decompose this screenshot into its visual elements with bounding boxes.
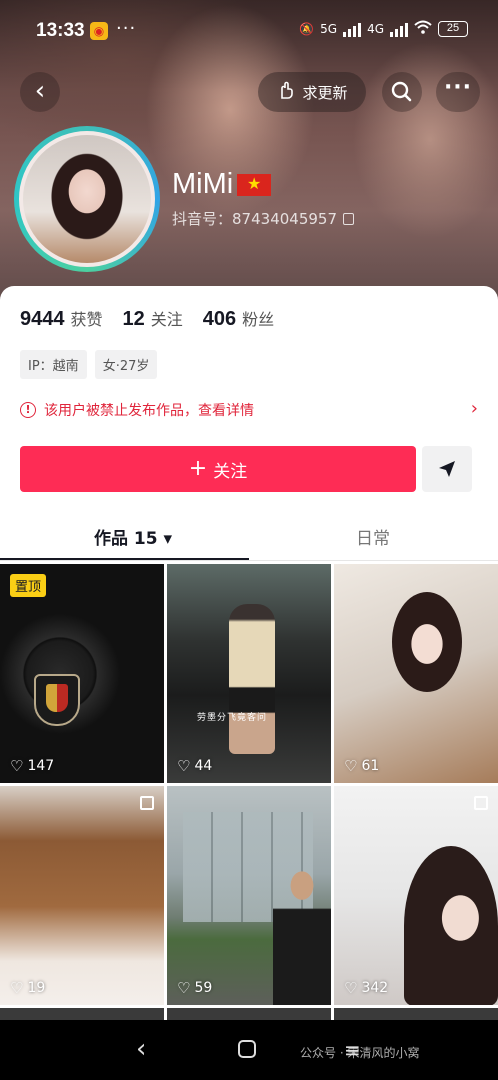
follow-button[interactable]: + 关注 xyxy=(20,446,416,492)
chevron-right-icon: › xyxy=(470,398,478,419)
signal-4g-icon xyxy=(390,21,408,37)
request-update-label: 求更新 xyxy=(302,83,348,102)
video-thumb-5[interactable]: ♡ 59 xyxy=(167,786,331,1005)
like-count: ♡ 19 xyxy=(10,979,46,997)
more-button[interactable]: ··· xyxy=(436,72,480,112)
request-update-button[interactable]: 求更新 xyxy=(258,72,366,112)
video-thumb-1[interactable]: 置顶 ♡ 147 xyxy=(0,564,164,783)
douyin-id[interactable]: 抖音号： 87434045957 xyxy=(172,208,354,229)
status-time: 13:33 xyxy=(36,20,85,41)
profile-card: 9444 获赞 12 关注 406 粉丝 IP：越南 女·27岁 ! 该用户被禁止发布… xyxy=(0,286,498,566)
watermark-text: 公众号 · 宋清风的小窝 xyxy=(300,1046,420,1060)
profile-stats: 9444 获赞 12 关注 406 粉丝 xyxy=(20,306,274,331)
next-row-peek xyxy=(0,1008,498,1020)
signal-5g-icon xyxy=(343,21,362,37)
send-icon xyxy=(439,461,455,477)
stat-following[interactable]: 12 关注 xyxy=(123,306,183,331)
nav-home-button[interactable] xyxy=(238,1040,256,1058)
video-caption: 劳墨分飞竟客问 xyxy=(197,713,268,723)
stat-followers[interactable]: 406 粉丝 xyxy=(203,306,274,331)
like-count: ♡ 342 xyxy=(344,979,389,997)
thumb-figure xyxy=(404,846,498,1005)
vietnam-flag-icon xyxy=(237,173,272,196)
ban-notice-text: 该用户被禁止发布作品，查看详情 xyxy=(44,403,254,419)
ban-notice[interactable]: ! 该用户被禁止发布作品，查看详情 › xyxy=(20,398,478,420)
douyin-id-label: 抖音号： xyxy=(172,210,233,228)
thumb-figure xyxy=(273,866,331,1005)
weibo-icon: ◉ xyxy=(90,22,108,40)
plus-icon: + xyxy=(188,456,208,481)
back-button[interactable]: ‹ xyxy=(20,72,60,112)
system-nav-bar: ‹ ≡ xyxy=(0,1020,498,1080)
avatar-image xyxy=(19,131,155,267)
peek-thumb xyxy=(0,1008,164,1020)
active-tab-indicator xyxy=(0,558,249,560)
tab-works[interactable]: 作品 15 ▾ xyxy=(94,524,172,549)
thumb-figure xyxy=(229,604,275,754)
status-right: 🔕 5G 4G 25 xyxy=(299,20,468,37)
video-thumb-6[interactable]: ♡ 342 xyxy=(334,786,498,1005)
video-thumb-3[interactable]: ♡ 61 xyxy=(334,564,498,783)
send-message-button[interactable] xyxy=(422,446,472,492)
mute-icon: 🔕 xyxy=(299,21,315,36)
peek-thumb xyxy=(334,1008,498,1020)
follow-label: 关注 xyxy=(213,461,248,482)
multi-image-icon xyxy=(140,796,154,810)
profile-tags: IP：越南 女·27岁 xyxy=(20,350,158,379)
like-count: ♡ 147 xyxy=(10,757,55,775)
more-icon: ··· xyxy=(443,75,473,100)
chevron-left-icon: ‹ xyxy=(34,76,46,106)
nickname-text: MiMi xyxy=(172,168,234,200)
nav-back-button[interactable]: ‹ xyxy=(136,1034,146,1064)
like-count: ♡ 61 xyxy=(344,757,380,775)
copy-icon[interactable] xyxy=(343,212,354,225)
peek-thumb xyxy=(167,1008,331,1020)
video-thumb-2[interactable]: 劳墨分飞竟客问 ♡ 44 xyxy=(167,564,331,783)
video-thumb-4[interactable]: ♡ 19 xyxy=(0,786,164,1005)
heart-icon: ♡ xyxy=(10,757,24,775)
multi-image-icon xyxy=(474,796,488,810)
hand-point-icon xyxy=(276,80,296,104)
network-5g: 5G xyxy=(320,21,338,36)
heart-icon: ♡ xyxy=(177,757,191,775)
thumb-figure xyxy=(392,592,462,692)
heart-icon: ♡ xyxy=(344,757,358,775)
avatar[interactable] xyxy=(14,126,160,272)
warning-icon: ! xyxy=(20,402,36,418)
stat-likes[interactable]: 9444 获赞 xyxy=(20,306,103,331)
like-count: ♡ 44 xyxy=(177,757,213,775)
heart-icon: ♡ xyxy=(344,979,358,997)
wifi-icon xyxy=(414,20,432,37)
douyin-id-value: 87434045957 xyxy=(232,209,337,228)
like-count: ♡ 59 xyxy=(177,979,213,997)
heart-icon: ♡ xyxy=(177,979,191,997)
status-dots: ··· xyxy=(116,18,137,39)
tabs-divider xyxy=(0,560,498,561)
search-button[interactable] xyxy=(382,72,422,112)
status-bar: 13:33 ◉ ··· 🔕 5G 4G 25 xyxy=(0,0,498,62)
profile-nickname: MiMi xyxy=(172,168,272,201)
video-grid: 置顶 ♡ 147 劳墨分飞竟客问 ♡ 44 ♡ 61 ♡ 19 ♡ 59 ♡ 342 xyxy=(0,564,498,1008)
search-icon xyxy=(391,81,412,102)
network-4g: 4G xyxy=(367,21,384,36)
content-tabs: 作品 15 ▾ 日常 xyxy=(0,512,498,562)
porsche-emblem xyxy=(34,674,80,726)
pinned-badge: 置顶 xyxy=(10,574,47,597)
tag-gender-age: 女·27岁 xyxy=(94,350,158,379)
tag-ip: IP：越南 xyxy=(20,350,87,379)
tab-daily[interactable]: 日常 xyxy=(356,524,390,549)
heart-icon: ♡ xyxy=(10,979,24,997)
battery-indicator: 25 xyxy=(438,20,468,37)
